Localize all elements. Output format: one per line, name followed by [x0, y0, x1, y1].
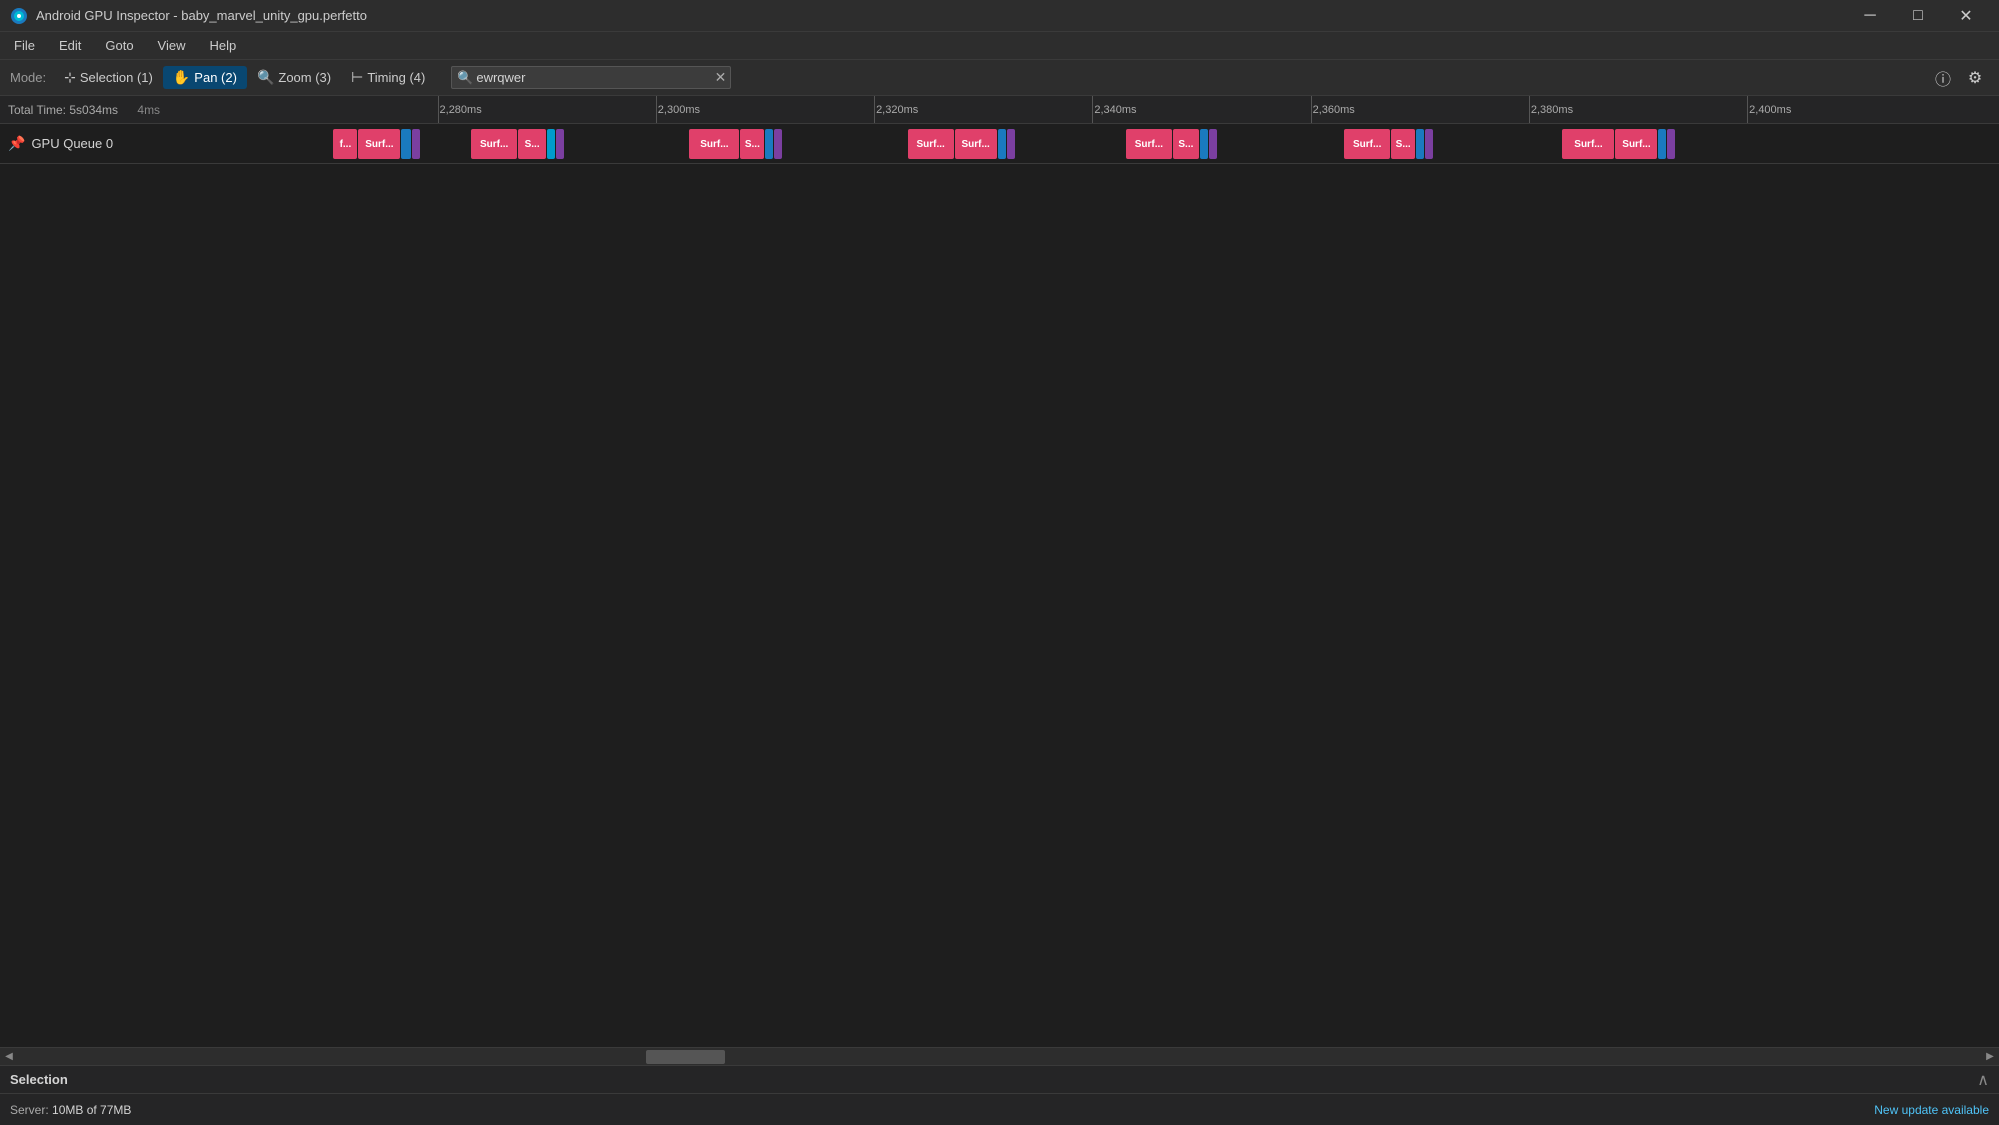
- mode-label: Mode:: [10, 70, 46, 85]
- ruler-tick: 2,340ms: [1092, 96, 1136, 123]
- timeline-block[interactable]: [412, 129, 420, 159]
- ruler-total-time: Total Time: 5s034ms 4ms: [0, 103, 320, 117]
- search-input[interactable]: [451, 66, 731, 89]
- queue-label-text: GPU Queue 0: [31, 136, 113, 151]
- selection-icon: ⊹: [64, 69, 76, 86]
- settings-button[interactable]: ⚙: [1961, 64, 1989, 92]
- timeline-block[interactable]: [1007, 129, 1015, 159]
- horizontal-scrollbar[interactable]: ◀ ▶: [0, 1047, 1999, 1065]
- scroll-track[interactable]: [18, 1048, 1981, 1066]
- queue-label: 📌 GPU Queue 0: [0, 135, 320, 152]
- timeline-group: Surf...S...: [471, 128, 564, 160]
- timeline-block[interactable]: [1416, 129, 1424, 159]
- mode-timing-button[interactable]: ⊢ Timing (4): [341, 66, 435, 89]
- mode-selection-button[interactable]: ⊹ Selection (1): [54, 66, 163, 89]
- timeline-block[interactable]: Surf...: [1344, 129, 1390, 159]
- timeline-block[interactable]: [547, 129, 555, 159]
- pan-icon: ✋: [173, 69, 190, 86]
- menu-file[interactable]: File: [4, 34, 45, 57]
- panel-content: Server: 10MB of 77MB New update availabl…: [0, 1094, 1999, 1125]
- menu-help[interactable]: Help: [200, 34, 247, 57]
- info-button[interactable]: ⓘ: [1929, 64, 1957, 92]
- menu-bar: File Edit Goto View Help: [0, 32, 1999, 60]
- timeline-block[interactable]: [1658, 129, 1666, 159]
- server-value: 10MB of 77MB: [52, 1103, 131, 1117]
- mode-zoom-button[interactable]: 🔍 Zoom (3): [247, 66, 341, 89]
- timeline-block[interactable]: [1425, 129, 1433, 159]
- timeline-block[interactable]: [401, 129, 411, 159]
- panel-title: Selection: [10, 1072, 68, 1087]
- minimize-button[interactable]: ─: [1847, 1, 1893, 31]
- window-title: Android GPU Inspector - baby_marvel_unit…: [36, 8, 1847, 23]
- timeline-block[interactable]: Surf...: [1562, 129, 1614, 159]
- timeline-block[interactable]: Surf...: [908, 129, 954, 159]
- queue-timeline: f...Surf...Surf...S...Surf...S...Surf...…: [320, 124, 1999, 163]
- zoom-icon: 🔍: [257, 69, 274, 86]
- update-link[interactable]: New update available: [1874, 1103, 1989, 1117]
- timeline-block[interactable]: S...: [740, 129, 764, 159]
- timeline-block[interactable]: Surf...: [471, 129, 517, 159]
- search-container: 🔍 ✕: [451, 66, 731, 89]
- pin-icon[interactable]: 📌: [8, 135, 25, 152]
- timeline-block[interactable]: Surf...: [1615, 129, 1657, 159]
- panel-collapse-button[interactable]: ∧: [1977, 1070, 1989, 1090]
- maximize-button[interactable]: □: [1895, 1, 1941, 31]
- timeline-block[interactable]: [1667, 129, 1675, 159]
- title-bar: Android GPU Inspector - baby_marvel_unit…: [0, 0, 1999, 32]
- time-ruler: Total Time: 5s034ms 4ms 2,280ms2,300ms2,…: [0, 96, 1999, 124]
- timeline-block[interactable]: S...: [1391, 129, 1415, 159]
- close-button[interactable]: ✕: [1943, 1, 1989, 31]
- empty-area: [0, 164, 1999, 1047]
- app-icon: [10, 7, 28, 25]
- timeline-block[interactable]: [765, 129, 773, 159]
- timeline-block[interactable]: [998, 129, 1006, 159]
- timeline-group: Surf...S...: [1126, 128, 1217, 160]
- bottom-panel: Selection ∧ Server: 10MB of 77MB New upd…: [0, 1065, 1999, 1125]
- timeline-block[interactable]: S...: [518, 129, 546, 159]
- window-controls: ─ □ ✕: [1847, 1, 1989, 31]
- scroll-left-arrow[interactable]: ◀: [0, 1048, 18, 1066]
- toolbar: Mode: ⊹ Selection (1) ✋ Pan (2) 🔍 Zoom (…: [0, 60, 1999, 96]
- timeline-block[interactable]: Surf...: [689, 129, 739, 159]
- timing-icon: ⊢: [351, 69, 363, 86]
- timeline-group: Surf...Surf...: [1562, 128, 1675, 160]
- menu-goto[interactable]: Goto: [95, 34, 143, 57]
- timeline-block[interactable]: [774, 129, 782, 159]
- scroll-right-arrow[interactable]: ▶: [1981, 1048, 1999, 1066]
- timeline-block[interactable]: Surf...: [358, 129, 400, 159]
- gpu-queue-row: 📌 GPU Queue 0 f...Surf...Surf...S...Surf…: [0, 124, 1999, 164]
- menu-edit[interactable]: Edit: [49, 34, 91, 57]
- timeline-group: Surf...S...: [1344, 128, 1433, 160]
- timeline-group: Surf...S...: [689, 128, 782, 160]
- ruler-ticks: 2,280ms 2,300ms 2,320ms 2,340ms 2,360ms 2,380…: [320, 96, 1999, 123]
- timeline-group: Surf...Surf...: [908, 128, 1015, 160]
- timeline-block[interactable]: f...: [333, 129, 357, 159]
- server-label: Server:: [10, 1103, 49, 1117]
- scroll-thumb[interactable]: [646, 1050, 725, 1064]
- timeline-block[interactable]: [1200, 129, 1208, 159]
- search-clear-button[interactable]: ✕: [715, 69, 727, 86]
- server-info: Server: 10MB of 77MB: [10, 1103, 131, 1117]
- timeline-block[interactable]: S...: [1173, 129, 1199, 159]
- timeline-block[interactable]: [556, 129, 564, 159]
- ruler-tick: 2,360ms: [1311, 96, 1355, 123]
- main-content: 📌 GPU Queue 0 f...Surf...Surf...S...Surf…: [0, 124, 1999, 1047]
- timeline-block[interactable]: Surf...: [1126, 129, 1172, 159]
- timeline-group: f...Surf...: [333, 128, 420, 160]
- timeline-block[interactable]: [1209, 129, 1217, 159]
- timeline-block[interactable]: Surf...: [955, 129, 997, 159]
- panel-header: Selection ∧: [0, 1066, 1999, 1094]
- menu-view[interactable]: View: [148, 34, 196, 57]
- ruler-tick: 2,280ms: [438, 96, 482, 123]
- ruler-tick: 2,400ms: [1747, 96, 1791, 123]
- ruler-tick: 2,320ms: [874, 96, 918, 123]
- mode-pan-button[interactable]: ✋ Pan (2): [163, 66, 247, 89]
- ruler-tick: 2,300ms: [656, 96, 700, 123]
- ruler-tick: 2,380ms: [1529, 96, 1573, 123]
